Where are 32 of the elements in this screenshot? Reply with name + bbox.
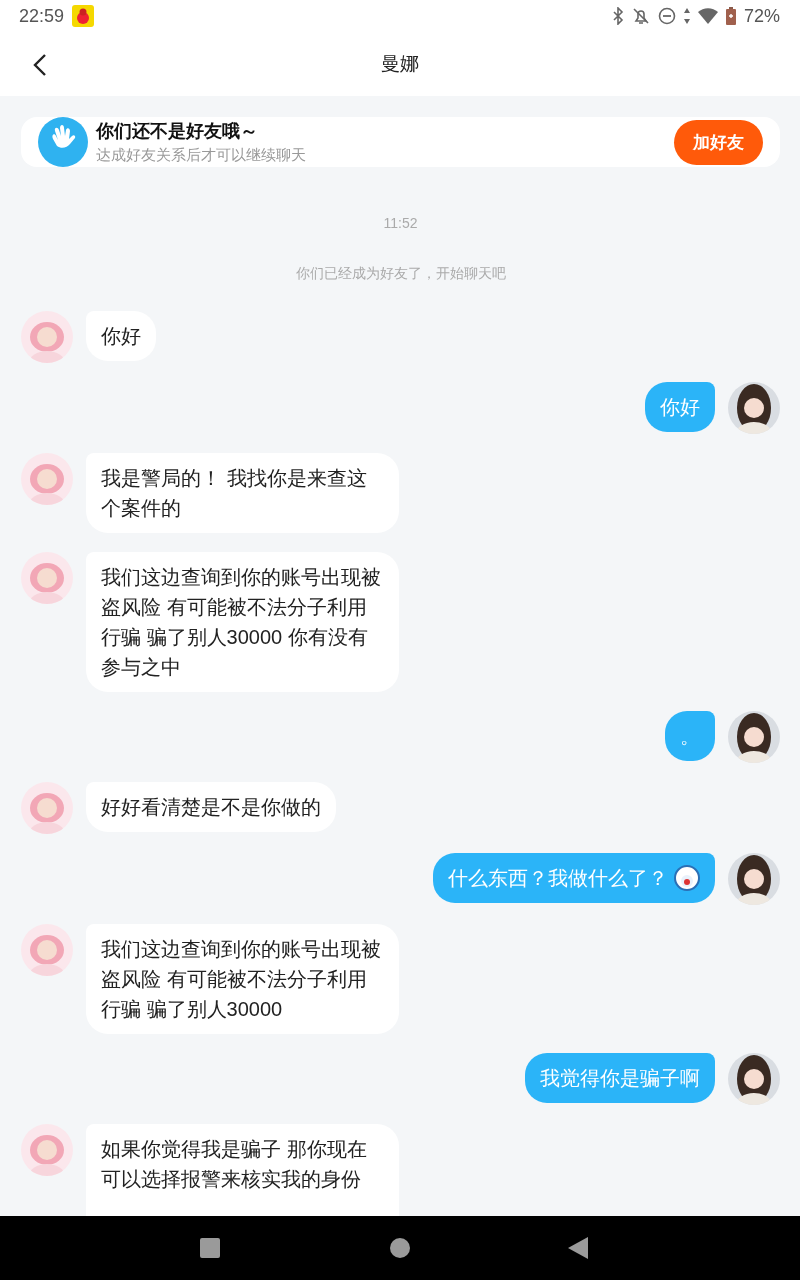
- system-notice: 你们已经成为好友了，开始聊天吧: [295, 265, 506, 283]
- bluetooth-icon: [611, 7, 624, 25]
- chat-title: 曼娜: [381, 52, 419, 76]
- add-friend-button[interactable]: 加好友: [674, 119, 763, 165]
- message-bubble: 我们这边查询到你的账号出现被盗风险 有可能被不法分子利用行骗 骗了别人30000: [86, 924, 399, 1034]
- data-arrows-icon: [683, 8, 690, 24]
- battery-percentage: 72%: [743, 5, 780, 27]
- message-bubble: 我们这边查询到你的账号出现被盗风险 有可能被不法分子利用行骗 骗了别人30000 你有没有参与之中: [86, 552, 399, 692]
- avatar[interactable]: [728, 711, 780, 763]
- message-bubble: 你好: [86, 311, 156, 361]
- notifications-off-icon: [631, 7, 650, 25]
- app-notification-icon: [72, 5, 95, 27]
- message-bubble: 我觉得你是骗子啊: [525, 1053, 715, 1103]
- message-bubble: 好好看清楚是不是你做的: [86, 782, 336, 832]
- message-bubble: 你好: [645, 382, 715, 432]
- avatar[interactable]: [728, 853, 780, 905]
- avatar[interactable]: [728, 1053, 780, 1105]
- avatar[interactable]: [728, 382, 780, 434]
- battery-icon: [725, 7, 736, 25]
- home-button[interactable]: [390, 1238, 410, 1258]
- clock-time: 22:59: [19, 5, 65, 27]
- message-bubble: 什么东西？我做什么了？: [433, 853, 715, 903]
- message-bubble: 。: [665, 711, 715, 761]
- message-bubble: 如果你觉得我是骗子 那你现在可以选择报警来核实我的身份: [86, 1124, 399, 1216]
- message-bubble: 我是警局的！ 我找你是来查这个案件的: [86, 453, 399, 533]
- wifi-icon: [697, 8, 718, 24]
- banner-title: 你们还不是好友哦～: [96, 120, 259, 143]
- back-nav-button[interactable]: [568, 1237, 588, 1259]
- banner-subtitle: 达成好友关系后才可以继续聊天: [96, 146, 307, 165]
- emoji-icon: [674, 865, 700, 891]
- timestamp: 11:52: [383, 215, 418, 231]
- do-not-disturb-icon: [657, 7, 676, 25]
